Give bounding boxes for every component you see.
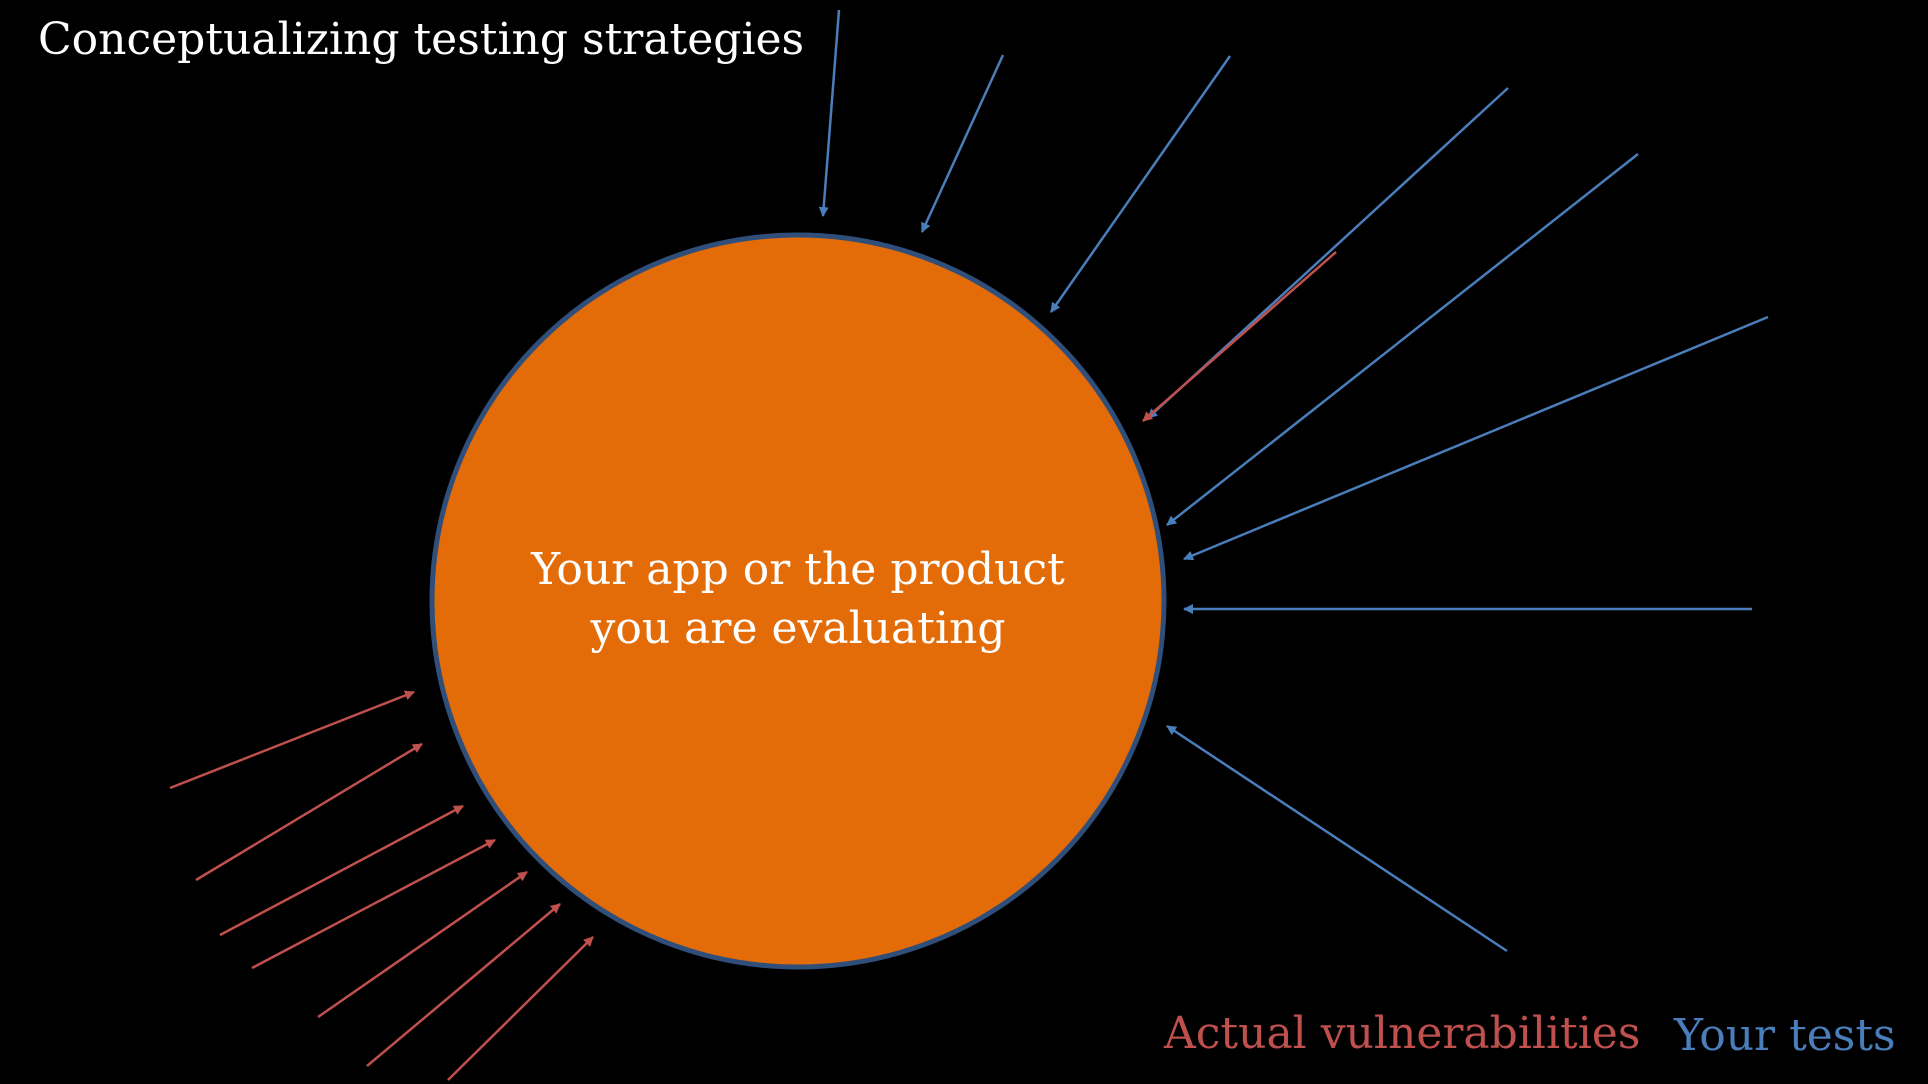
slide-title: Conceptualizing testing strategies: [38, 14, 805, 65]
test-arrow: [1049, 55, 1232, 313]
circle-label-line2: you are evaluating: [590, 603, 1006, 654]
circle-label-line1: Your app or the product: [530, 544, 1065, 595]
vulnerability-arrow: [169, 690, 415, 790]
product-circle: [429, 232, 1167, 970]
testing-strategy-diagram: Your app or the product you are evaluati…: [169, 9, 1769, 1081]
legend-vulnerabilities-label: Actual vulnerabilities: [1164, 1008, 1641, 1059]
test-arrow: [818, 9, 841, 217]
slide-canvas: Your app or the product you are evaluati…: [0, 0, 1928, 1084]
test-arrow: [920, 54, 1005, 233]
test-arrow: [1183, 315, 1769, 561]
vulnerability-arrow: [1142, 251, 1337, 422]
vulnerability-arrow: [366, 903, 561, 1067]
vulnerability-arrow: [317, 870, 528, 1019]
vulnerability-arrow: [447, 936, 594, 1081]
test-arrow: [1166, 724, 1508, 953]
legend-tests-label: Your tests: [1674, 1010, 1896, 1061]
vulnerability-arrow: [219, 804, 464, 937]
vulnerability-arrow: [251, 838, 496, 970]
